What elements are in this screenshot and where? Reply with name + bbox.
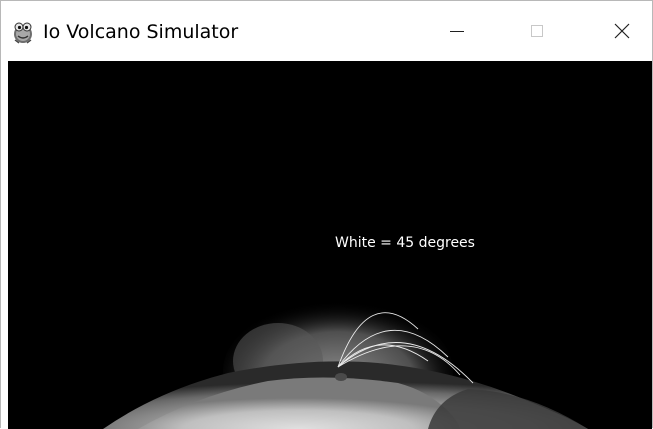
close-icon <box>614 23 630 39</box>
io-crater <box>335 373 347 381</box>
maximize-icon <box>531 25 543 37</box>
pygame-snake-icon <box>14 22 32 44</box>
minimize-icon <box>450 30 464 32</box>
simulation-canvas[interactable]: White = 45 degrees <box>8 61 652 429</box>
app-window: Io Volcano Simulator White = 45 degrees <box>0 0 653 429</box>
maximize-button[interactable] <box>507 1 567 61</box>
close-button[interactable] <box>592 1 652 61</box>
io-moon-scene <box>103 301 588 429</box>
window-title: Io Volcano Simulator <box>43 21 239 43</box>
legend-label: White = 45 degrees <box>335 235 475 251</box>
title-bar[interactable]: Io Volcano Simulator <box>1 1 652 61</box>
minimize-button[interactable] <box>427 1 487 61</box>
